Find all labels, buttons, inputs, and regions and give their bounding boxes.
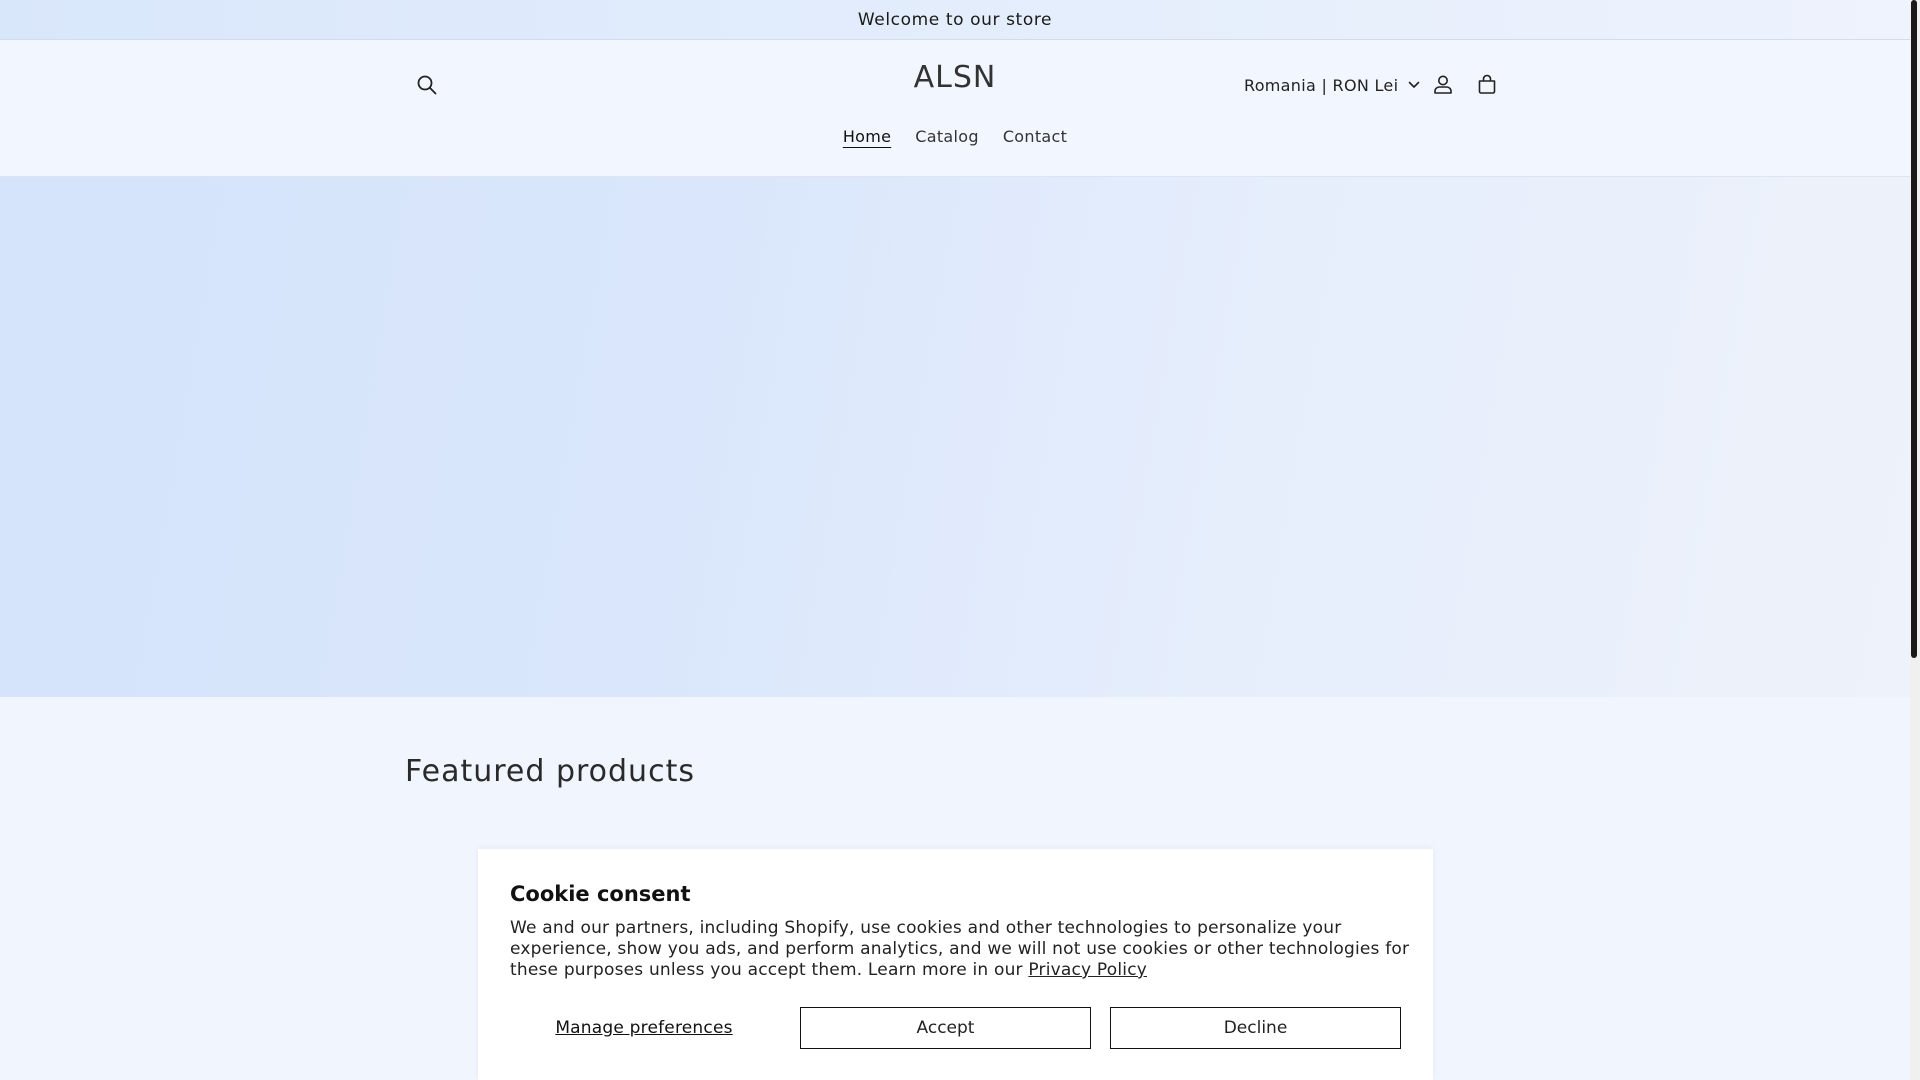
site-header: ALSN Home Catalog Contact Romania | RON … xyxy=(0,40,1910,177)
country-selector[interactable]: Romania | RON Lei xyxy=(1244,68,1420,102)
featured-products-title: Featured products xyxy=(405,754,695,789)
search-icon xyxy=(417,75,437,95)
main-nav: Home Catalog Contact xyxy=(0,123,1910,150)
accept-button[interactable]: Accept xyxy=(800,1007,1091,1049)
hero-banner xyxy=(0,177,1910,697)
announcement-text: Welcome to our store xyxy=(857,9,1053,30)
privacy-policy-link[interactable]: Privacy Policy xyxy=(1028,960,1147,980)
account-button[interactable] xyxy=(1423,64,1463,104)
site-logo: ALSN xyxy=(0,60,1910,95)
cookie-consent-title: Cookie consent xyxy=(510,882,691,906)
account-icon xyxy=(1434,75,1452,94)
cart-button[interactable] xyxy=(1467,64,1507,104)
cookie-consent-banner: Cookie consent We and our partners, incl… xyxy=(478,849,1433,1080)
cookie-actions: Manage preferences Accept Decline xyxy=(510,1007,1401,1049)
nav-item-contact[interactable]: Contact xyxy=(991,123,1079,150)
cookie-consent-text: We and our partners, including Shopify, … xyxy=(510,918,1410,981)
cookie-consent-body: We and our partners, including Shopify, … xyxy=(510,918,1410,980)
search-button[interactable] xyxy=(408,66,446,104)
announcement-bar: Welcome to our store xyxy=(0,0,1910,40)
decline-button[interactable]: Decline xyxy=(1110,1007,1401,1049)
nav-item-catalog[interactable]: Catalog xyxy=(903,123,991,150)
logo-link[interactable]: ALSN xyxy=(914,60,997,95)
nav-item-home[interactable]: Home xyxy=(831,123,903,150)
cart-icon xyxy=(1478,74,1496,94)
manage-preferences-link[interactable]: Manage preferences xyxy=(510,1018,778,1038)
country-selector-label: Romania | RON Lei xyxy=(1244,75,1399,95)
scrollbar-thumb[interactable] xyxy=(1911,0,1917,658)
chevron-down-icon xyxy=(1409,81,1420,88)
